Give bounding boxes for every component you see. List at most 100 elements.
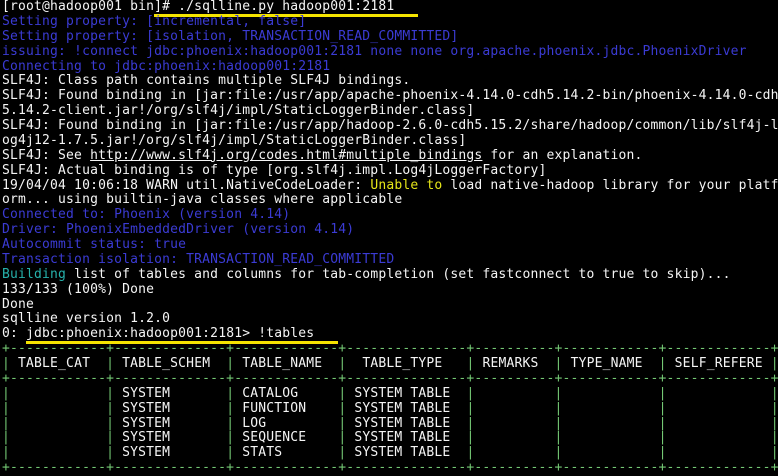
table-row-text: STATS bbox=[234, 445, 338, 460]
table-border-bottom: +------------+--------------+-----------… bbox=[2, 461, 778, 476]
table-row-text bbox=[474, 401, 554, 416]
sqlline-log-line-driver: Driver: PhoenixEmbeddedDriver (version 4… bbox=[2, 223, 778, 238]
table-row-text: | bbox=[771, 430, 778, 445]
sqlline-log-line-driver-text: Driver: PhoenixEmbeddedDriver (version 4… bbox=[2, 222, 354, 237]
slf4j-log-line-see-url-text: for an explanation. bbox=[482, 148, 642, 163]
table-row-text: | bbox=[555, 445, 563, 460]
table-row-text bbox=[10, 416, 106, 431]
table-row-text: | bbox=[106, 445, 114, 460]
table-row-text: SYSTEM TABLE bbox=[346, 386, 466, 401]
table-row-text: | bbox=[106, 401, 114, 416]
table-row-text: SEQUENCE bbox=[234, 430, 338, 445]
table-header-row-text: | bbox=[2, 356, 10, 371]
table-row: | | SYSTEM | CATALOG | SYSTEM TABLE | | … bbox=[2, 387, 778, 402]
table-row-text bbox=[474, 430, 554, 445]
table-header-row: | TABLE_CAT | TABLE_SCHEM | TABLE_NAME |… bbox=[2, 357, 778, 372]
table-row-text: | bbox=[771, 401, 778, 416]
table-row-text: SYSTEM bbox=[114, 445, 226, 460]
table-row-text bbox=[563, 386, 659, 401]
warn-log-line-nativecodeloader-text: 19/04/04 10:06:18 WARN util.NativeCodeLo… bbox=[2, 178, 370, 193]
table-row-text bbox=[474, 386, 554, 401]
table-row-text: | bbox=[2, 430, 10, 445]
sqlline-done-line-text: Done bbox=[2, 297, 34, 312]
table-row-text: | bbox=[106, 386, 114, 401]
shell-command-line-text: [root@hadoop001 bin bbox=[2, 0, 154, 14]
table-row-text: | bbox=[106, 416, 114, 431]
table-row-text: | bbox=[106, 430, 114, 445]
sqlline-done-line: Done bbox=[2, 298, 778, 313]
table-row-text: SYSTEM TABLE bbox=[346, 401, 466, 416]
sqlline-log-line-connecting-text: Connecting to jdbc:phoenix:hadoop001:218… bbox=[2, 59, 330, 74]
table-row-text bbox=[667, 430, 771, 445]
warn-log-line-nativecodeloader-wrap: orm... using builtin-java classes where … bbox=[2, 193, 778, 208]
table-header-row-text: SELF_REFERE bbox=[667, 356, 771, 371]
table-row-text bbox=[10, 445, 106, 460]
table-row: | | SYSTEM | LOG | SYSTEM TABLE | | | | bbox=[2, 417, 778, 432]
table-row-text: | bbox=[659, 445, 667, 460]
table-row-text: | bbox=[771, 386, 778, 401]
table-row-text: SYSTEM TABLE bbox=[346, 430, 466, 445]
table-header-row-text: TABLE_CAT bbox=[10, 356, 106, 371]
shell-command-line-text: ]# ./sqlline.py hadoop001:2181 bbox=[154, 0, 418, 14]
sqlline-log-line-isolation: Transaction isolation: TRANSACTION_READ_… bbox=[2, 253, 778, 268]
sqlline-log-line-building: Building list of tables and columns for … bbox=[2, 268, 778, 283]
warn-log-line-nativecodeloader-wrap-text: orm... using builtin-java classes where … bbox=[2, 192, 402, 207]
table-row-text: | bbox=[555, 416, 563, 431]
table-row-text: | bbox=[659, 401, 667, 416]
table-header-row-text: TABLE_TYPE bbox=[346, 356, 466, 371]
sqlline-progress-line: 133/133 (100%) Done bbox=[2, 283, 778, 298]
slf4j-log-line-binding-hadoop: SLF4J: Found binding in [jar:file:/usr/a… bbox=[2, 119, 778, 134]
table-row-text: LOG bbox=[234, 416, 338, 431]
sqlline-log-line-setting-incremental: Setting property: [incremental, false] bbox=[2, 15, 778, 30]
table-row-text bbox=[667, 416, 771, 431]
table-border-bottom-text: +------------+--------------+-----------… bbox=[2, 460, 778, 475]
table-row-text bbox=[10, 401, 106, 416]
slf4j-log-line-actual-binding: SLF4J: Actual binding is of type [org.sl… bbox=[2, 164, 778, 179]
table-row-text bbox=[474, 416, 554, 431]
sqlline-version-line: sqlline version 1.2.0 bbox=[2, 312, 778, 327]
table-row-text: SYSTEM bbox=[114, 386, 226, 401]
table-row-text: | bbox=[555, 430, 563, 445]
slf4j-log-line-classpath-text: SLF4J: Class path contains multiple SLF4… bbox=[2, 73, 410, 88]
table-row-text: SYSTEM bbox=[114, 401, 226, 416]
terminal[interactable]: [root@hadoop001 bin]# ./sqlline.py hadoo… bbox=[0, 0, 778, 476]
sqlline-log-line-isolation-text: Transaction isolation: TRANSACTION_READ_… bbox=[2, 252, 394, 267]
slf4j-log-line-actual-binding-text: SLF4J: Actual binding is of type [org.sl… bbox=[2, 163, 546, 178]
table-row-text: | bbox=[555, 401, 563, 416]
table-row-text: SYSTEM TABLE bbox=[346, 416, 466, 431]
sqlline-log-line-building-text: list of tables and columns for tab-compl… bbox=[66, 267, 731, 282]
table-row-text: CATALOG bbox=[234, 386, 338, 401]
warn-log-line-nativecodeloader-text: load native-hadoop library for your plat… bbox=[442, 178, 778, 193]
table-border-top: +------------+--------------+-----------… bbox=[2, 342, 778, 357]
table-header-row-text: REMARKS bbox=[474, 356, 554, 371]
table-border-header: +------------+--------------+-----------… bbox=[2, 372, 778, 387]
table-row-text: SYSTEM TABLE bbox=[346, 445, 466, 460]
table-header-row-text: TABLE_SCHEM bbox=[114, 356, 226, 371]
sqlline-version-line-text: sqlline version 1.2.0 bbox=[2, 311, 170, 326]
sqlline-log-line-autocommit: Autocommit status: true bbox=[2, 238, 778, 253]
table-row: | | SYSTEM | SEQUENCE | SYSTEM TABLE | |… bbox=[2, 431, 778, 446]
slf4j-log-line-see-url: SLF4J: See http://www.slf4j.org/codes.ht… bbox=[2, 149, 778, 164]
warn-log-line-nativecodeloader: 19/04/04 10:06:18 WARN util.NativeCodeLo… bbox=[2, 179, 778, 194]
table-row-text: FUNCTION bbox=[234, 401, 338, 416]
table-row-text: SYSTEM bbox=[114, 416, 226, 431]
sqlline-log-line-setting-isolation: Setting property: [isolation, TRANSACTIO… bbox=[2, 30, 778, 45]
table-row-text: | bbox=[771, 445, 778, 460]
table-row-text bbox=[667, 401, 771, 416]
shell-command-line: [root@hadoop001 bin]# ./sqlline.py hadoo… bbox=[2, 0, 778, 15]
table-header-row-text: | bbox=[771, 356, 778, 371]
table-border-header-text: +------------+--------------+-----------… bbox=[2, 371, 778, 386]
table-header-row-text: | bbox=[659, 356, 667, 371]
slf4j-log-line-binding-phoenix-wrap: 5.14.2-client.jar!/org/slf4j/impl/Static… bbox=[2, 104, 778, 119]
sqlline-prompt-line: 0: jdbc:phoenix:hadoop001:2181> !tables bbox=[2, 327, 778, 342]
table-row: | | SYSTEM | STATS | SYSTEM TABLE | | | … bbox=[2, 446, 778, 461]
table-row-text bbox=[563, 445, 659, 460]
table-header-row-text: | bbox=[106, 356, 114, 371]
table-row-text: | bbox=[659, 416, 667, 431]
warn-log-line-nativecodeloader-text: Unable to bbox=[370, 178, 442, 193]
slf4j-log-line-see-url-text: http://www.slf4j.org/codes.html#multiple… bbox=[90, 148, 482, 163]
slf4j-log-line-binding-hadoop-wrap-text: og4j12-1.7.5.jar!/org/slf4j/impl/StaticL… bbox=[2, 133, 466, 148]
sqlline-log-line-setting-isolation-text: Setting property: [isolation, TRANSACTIO… bbox=[2, 29, 458, 44]
table-row-text: | bbox=[2, 445, 10, 460]
sqlline-progress-line-text: 133/133 (100%) Done bbox=[2, 282, 154, 297]
